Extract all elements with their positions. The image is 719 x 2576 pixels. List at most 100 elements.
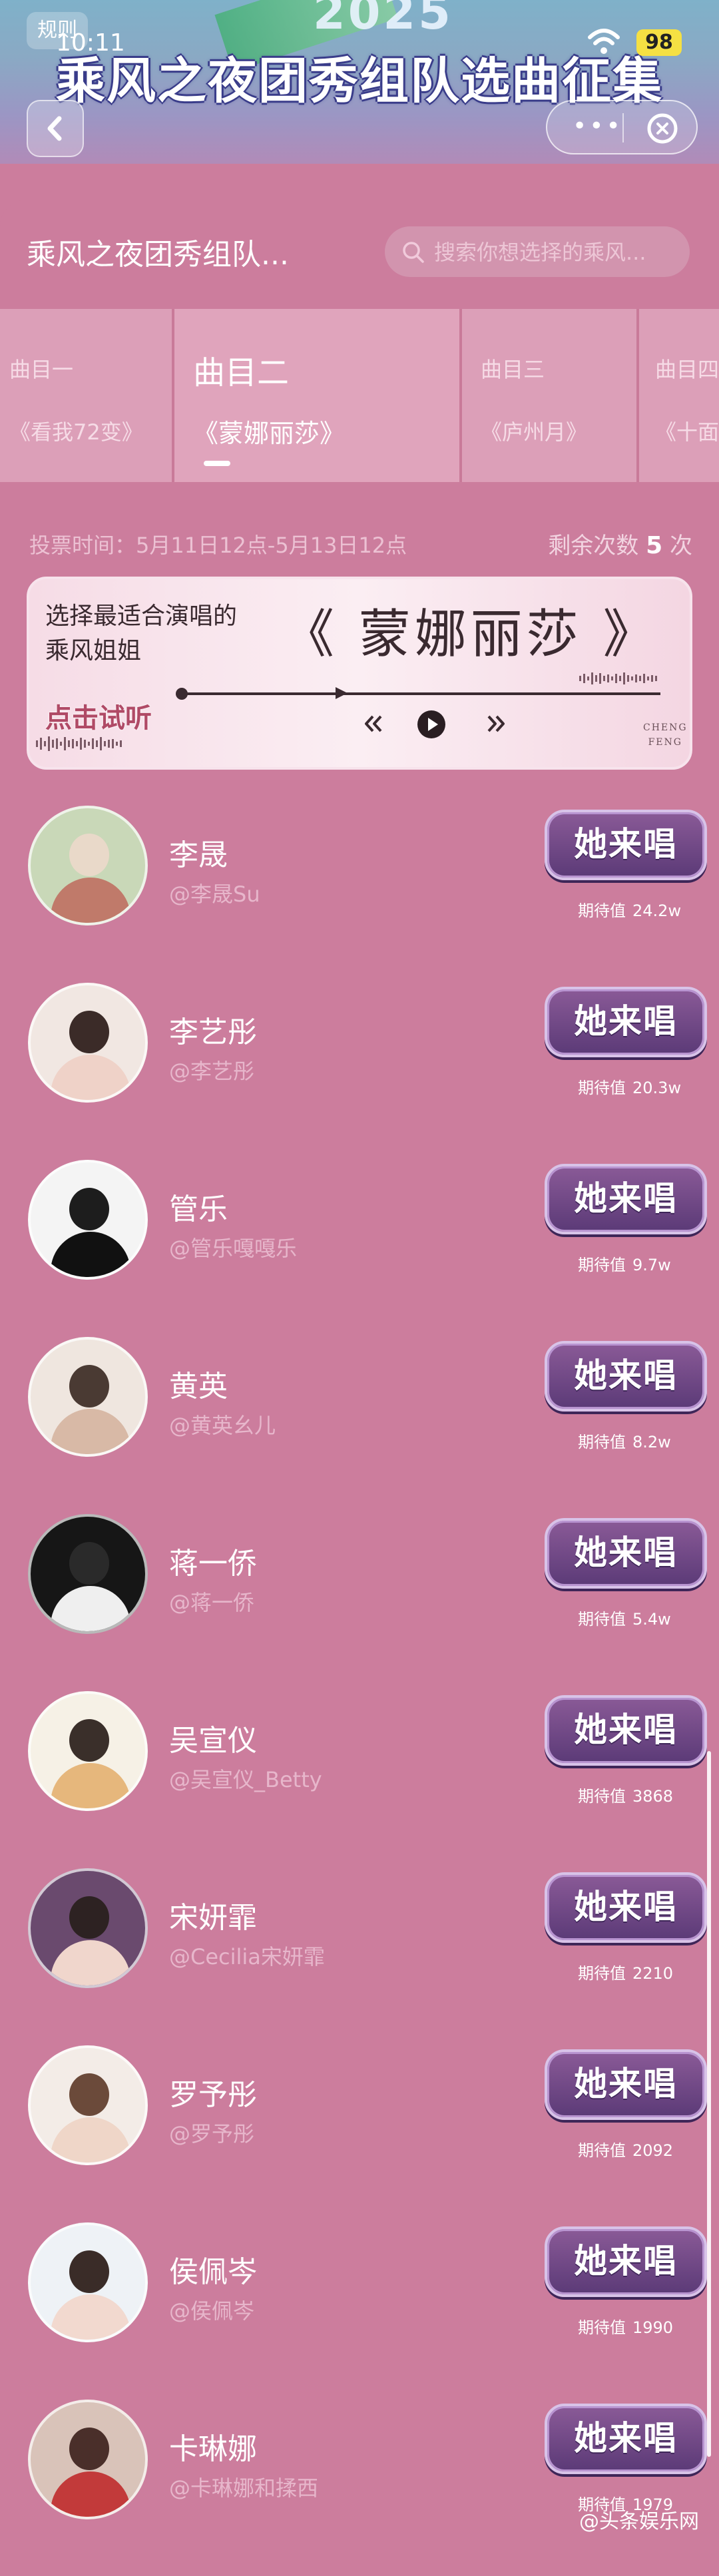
vote-button[interactable]: 她来唱	[545, 1164, 707, 1234]
avatar-head	[69, 1188, 109, 1230]
avatar[interactable]	[28, 2400, 148, 2519]
vote-button[interactable]: 她来唱	[545, 987, 707, 1057]
brand-text: FENG	[648, 737, 682, 748]
avatar[interactable]	[28, 1160, 148, 1280]
avatar[interactable]	[28, 1514, 148, 1634]
capsule-divider	[622, 113, 624, 142]
expect-value: 期待值 5.4w	[578, 1606, 671, 1629]
candidate-handle: @吴宣仪_Betty	[169, 1767, 322, 1792]
expect-number: 8.2w	[632, 1433, 671, 1451]
avatar[interactable]	[28, 2045, 148, 2165]
candidate-row: 侯佩岑 @侯佩岑 她来唱 期待值 1990	[0, 2222, 719, 2399]
candidate-row: 黄英 @黄英幺儿 她来唱 期待值 8.2w	[0, 1337, 719, 1513]
expect-label: 期待值	[578, 1610, 626, 1629]
avatar[interactable]	[28, 806, 148, 925]
search-input[interactable]	[433, 226, 682, 278]
song-name: 《蒙娜丽莎》	[193, 419, 346, 448]
tab-song-3[interactable]: 曲目三 《庐州月》	[462, 309, 639, 482]
candidate-handle: @蒋一侨	[169, 1590, 255, 1615]
candidate-name: 蒋一侨	[169, 1547, 257, 1581]
expect-value: 期待值 24.2w	[578, 898, 681, 921]
player-song-title: 《 蒙娜丽莎 》	[282, 605, 659, 664]
more-icon[interactable]: •••	[573, 115, 623, 138]
status-time: 10:11	[56, 29, 125, 57]
candidate-handle: @黄英幺儿	[169, 1413, 276, 1438]
expect-value: 期待值 2092	[578, 2137, 673, 2161]
candidate-name: 宋妍霏	[169, 1901, 257, 1935]
expect-number: 2210	[632, 1964, 674, 1983]
avatar-body	[51, 1409, 130, 1454]
next-icon[interactable]	[485, 712, 507, 735]
expect-label: 期待值	[578, 2141, 626, 2160]
mini-program-capsule: •••	[546, 100, 698, 154]
vote-button[interactable]: 她来唱	[545, 1695, 707, 1766]
remaining-votes: 剩余次数 5 次	[548, 527, 692, 560]
song-number: 曲目二	[193, 354, 290, 391]
candidate-name: 吴宣仪	[169, 1724, 257, 1758]
vote-button[interactable]: 她来唱	[545, 810, 707, 880]
expect-label: 期待值	[578, 1964, 626, 1983]
progress-track[interactable]	[181, 692, 660, 695]
candidate-row: 管乐 @管乐嘎嘎乐 她来唱 期待值 9.7w	[0, 1160, 719, 1336]
candidate-row: 李艺彤 @李艺彤 她来唱 期待值 20.3w	[0, 983, 719, 1159]
avatar[interactable]	[28, 983, 148, 1103]
expect-value: 期待值 9.7w	[578, 1252, 671, 1275]
search-bar[interactable]	[385, 226, 690, 278]
vote-button[interactable]: 她来唱	[545, 1872, 707, 1943]
expect-value: 期待值 3868	[578, 1783, 673, 1806]
scrollbar[interactable]	[707, 1751, 711, 2457]
avatar-body	[51, 1586, 130, 1631]
avatar-head	[69, 834, 109, 876]
expect-label: 期待值	[578, 902, 626, 920]
avatar-body	[51, 1940, 130, 1985]
song-name: 《庐州月》	[481, 419, 588, 445]
expect-label: 期待值	[578, 1079, 626, 1097]
avatar-head	[69, 1719, 109, 1762]
back-button[interactable]	[27, 100, 84, 157]
avatar-body	[51, 2294, 130, 2340]
close-icon[interactable]	[646, 112, 679, 145]
previous-icon[interactable]	[362, 712, 385, 735]
banner-year: 2025	[313, 0, 453, 40]
candidate-row: 宋妍霏 @Cecilia宋妍霏 她来唱 期待值 2210	[0, 1868, 719, 2045]
activity-name: 乘风之夜团秀组队...	[27, 238, 289, 272]
candidate-handle: @侯佩岑	[169, 2298, 255, 2324]
expect-number: 1990	[632, 2318, 674, 2337]
candidate-handle: @卡琳娜和揉西	[169, 2475, 319, 2501]
play-icon[interactable]	[417, 710, 446, 739]
tab-song-1[interactable]: 曲目一 《看我72变》	[0, 309, 174, 482]
avatar-body	[51, 2471, 130, 2517]
tab-song-2[interactable]: 曲目二 《蒙娜丽莎》	[174, 309, 462, 482]
prompt-line: 乘风姐姐	[45, 637, 142, 664]
progress-knob[interactable]	[176, 688, 188, 700]
avatar[interactable]	[28, 1868, 148, 1988]
active-tab-indicator	[204, 461, 230, 466]
listen-button[interactable]: 点击试听	[45, 696, 152, 735]
avatar-body	[51, 2117, 130, 2163]
expect-value: 期待值 8.2w	[578, 1429, 671, 1452]
avatar[interactable]	[28, 1337, 148, 1457]
vote-button[interactable]: 她来唱	[545, 1518, 707, 1589]
expect-number: 2092	[632, 2141, 674, 2160]
vote-button[interactable]: 她来唱	[545, 2404, 707, 2474]
vote-button[interactable]: 她来唱	[545, 2226, 707, 2297]
waveform-decoration	[36, 736, 122, 751]
expect-value: 期待值 2210	[578, 1960, 673, 1983]
candidate-handle: @李艺彤	[169, 1059, 255, 1084]
tab-song-4[interactable]: 曲目四 《十面	[639, 309, 719, 482]
candidate-name: 卡琳娜	[169, 2432, 257, 2466]
expect-number: 20.3w	[632, 1079, 682, 1097]
progress-marker	[336, 687, 348, 699]
expect-number: 9.7w	[632, 1256, 671, 1274]
song-tabs: 曲目一 《看我72变》 曲目二 《蒙娜丽莎》 曲目三 《庐州月》 曲目四 《十面	[0, 309, 719, 482]
avatar[interactable]	[28, 1691, 148, 1811]
song-name: 《看我72变》	[9, 419, 143, 445]
avatar-head	[69, 1542, 109, 1585]
vote-button[interactable]: 她来唱	[545, 2049, 707, 2120]
expect-value: 期待值 1990	[578, 2314, 673, 2338]
candidate-row: 吴宣仪 @吴宣仪_Betty 她来唱期待值 3868	[0, 1691, 719, 1868]
chevron-left-icon	[47, 116, 62, 141]
avatar[interactable]	[28, 2222, 148, 2342]
brand-mark: CHENG FENG	[643, 720, 688, 750]
vote-button[interactable]: 她来唱	[545, 1341, 707, 1412]
